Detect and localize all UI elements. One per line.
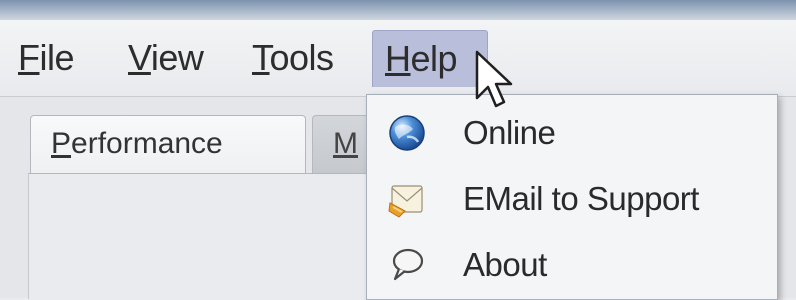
menu-view-label: iew	[150, 37, 204, 78]
menu-item-about-label: About	[463, 246, 547, 283]
speech-bubble-icon	[392, 248, 424, 281]
menu-tools-mnemonic: T	[252, 37, 270, 78]
menu-file-mnemonic: F	[18, 37, 40, 78]
menu-item-email-support-label: EMail to Support	[463, 180, 699, 217]
tab-panel	[28, 173, 369, 299]
tab-m-mnemonic: M	[333, 127, 358, 160]
menu-item-about[interactable]: About	[367, 233, 777, 297]
envelope-icon	[388, 185, 423, 218]
tab-performance-mnemonic: P	[51, 127, 72, 160]
menu-item-online[interactable]: Online	[367, 101, 777, 165]
menu-tools-label: ools	[269, 37, 335, 78]
menu-help[interactable]: Help	[372, 30, 488, 87]
menu-item-email-support[interactable]: EMail to Support	[367, 167, 777, 231]
window-titlebar	[0, 0, 796, 20]
globe-icon	[389, 115, 425, 151]
menu-file-label: ile	[39, 37, 75, 78]
menu-tools[interactable]: Tools	[246, 30, 340, 86]
help-menu-dropdown: Online EMail to Support About	[366, 94, 778, 300]
menu-view-mnemonic: V	[128, 37, 151, 78]
tab-performance-label: erformance	[71, 127, 223, 160]
menu-help-label: elp	[410, 38, 458, 79]
mouse-cursor-icon	[475, 50, 513, 108]
menu-help-mnemonic: H	[385, 38, 411, 79]
menu-file[interactable]: File	[12, 30, 80, 86]
menu-bar: File View Tools Help	[0, 20, 796, 97]
menu-view[interactable]: View	[122, 30, 209, 86]
tab-performance[interactable]: Performance	[30, 115, 306, 174]
